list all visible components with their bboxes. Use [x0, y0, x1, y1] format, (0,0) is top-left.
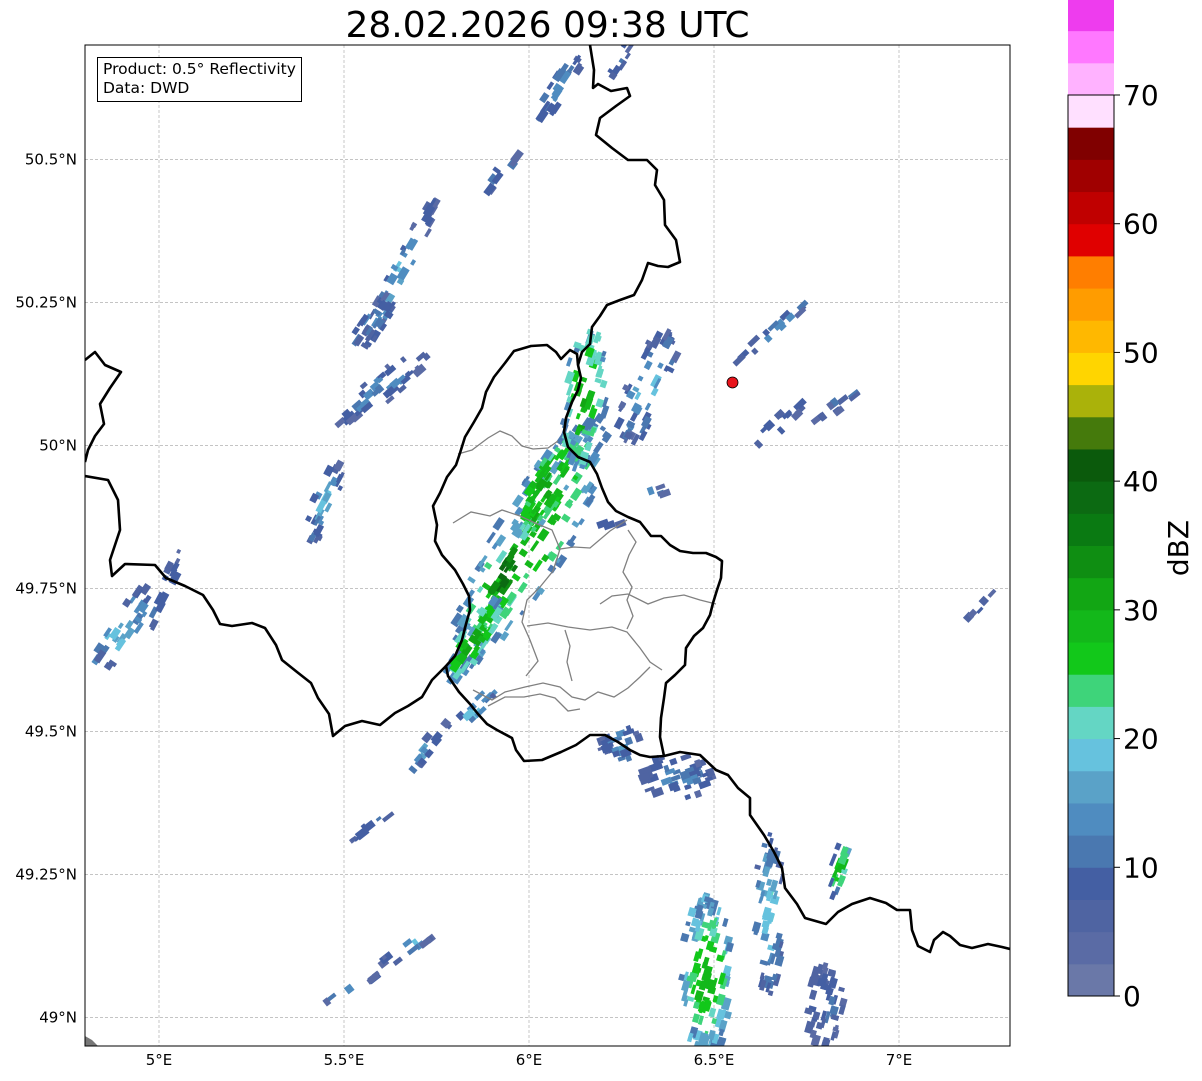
lat-tick-label: 49.25°N [15, 865, 77, 883]
colorbar-bin [1068, 0, 1114, 32]
colorbar-tick-label: 50 [1123, 336, 1159, 369]
colorbar-bin [1068, 127, 1114, 160]
radar-map-figure: 5°E 5.5°E 6°E 6.5°E 7°E 50.5°N 50.25°N 50°N 49.… [15, 0, 1195, 1069]
colorbar-unit-label: dBZ [1162, 520, 1195, 576]
colorbar-bin [1068, 899, 1114, 933]
colorbar-bin [1068, 223, 1114, 257]
colorbar-tick-label: 30 [1123, 594, 1159, 627]
colorbar-bin [1068, 770, 1114, 804]
colorbar-bin [1068, 159, 1114, 193]
colorbar-bin [1068, 448, 1114, 482]
colorbar-tick-label: 20 [1123, 723, 1159, 756]
colorbar-bin [1068, 738, 1114, 772]
lat-tick-label: 49.5°N [25, 722, 77, 740]
colorbar-bin [1068, 62, 1114, 96]
colorbar-bin [1068, 352, 1114, 386]
data-source-label: Data: DWD [103, 79, 190, 97]
colorbar-tick-label: 40 [1123, 465, 1159, 498]
colorbar-bin [1068, 288, 1114, 321]
colorbar-bin [1068, 674, 1114, 707]
product-info-box: Product: 0.5° Reflectivity Data: DWD [97, 57, 302, 102]
longitude-tick-labels: 5°E 5.5°E 6°E 6.5°E 7°E [146, 1051, 913, 1069]
colorbar-bin [1068, 867, 1114, 900]
colorbar-bin [1068, 416, 1114, 450]
colorbar-bin [1068, 481, 1114, 514]
colorbar-bin [1068, 835, 1114, 868]
lat-tick-label: 49°N [39, 1008, 77, 1026]
colorbar-tick-label: 70 [1123, 79, 1159, 112]
latitude-tick-labels: 50.5°N 50.25°N 50°N 49.75°N 49.5°N 49.25°N 49°… [15, 150, 77, 1026]
product-label: Product: 0.5° Reflectivity [103, 60, 296, 78]
colorbar-tick-label: 10 [1123, 851, 1159, 884]
colorbar-tick-label: 0 [1123, 980, 1141, 1013]
colorbar-bin [1068, 577, 1114, 611]
colorbar-tick-label: 60 [1123, 208, 1159, 241]
lon-tick-label: 5°E [146, 1051, 173, 1069]
colorbar-bin [1068, 963, 1114, 997]
lon-tick-label: 5.5°E [324, 1051, 365, 1069]
colorbar-bin [1068, 642, 1114, 675]
colorbar-bin [1068, 95, 1114, 128]
lat-tick-label: 50.5°N [25, 150, 77, 168]
colorbar-bin [1068, 255, 1114, 289]
lon-tick-label: 6.5°E [694, 1051, 735, 1069]
lat-tick-label: 50°N [39, 436, 77, 454]
colorbar-bin [1068, 30, 1114, 64]
colorbar-bin [1068, 191, 1114, 225]
plot-area-background [85, 45, 1010, 1046]
colorbar [1068, 0, 1114, 997]
colorbar-bin [1068, 513, 1114, 546]
colorbar-bin [1068, 384, 1114, 418]
lat-tick-label: 50.25°N [15, 293, 77, 311]
colorbar-bin [1068, 545, 1114, 579]
colorbar-bin [1068, 802, 1114, 836]
lat-tick-label: 49.75°N [15, 579, 77, 597]
lon-tick-label: 7°E [886, 1051, 913, 1069]
colorbar-bin [1068, 320, 1114, 353]
colorbar-bin [1068, 609, 1114, 643]
lon-tick-label: 6°E [516, 1051, 543, 1069]
colorbar-bin [1068, 706, 1114, 740]
colorbar-tick-labels: 0 10 20 30 40 50 60 70 [1114, 79, 1159, 1013]
radar-site-marker [726, 376, 739, 389]
colorbar-bin [1068, 931, 1114, 965]
